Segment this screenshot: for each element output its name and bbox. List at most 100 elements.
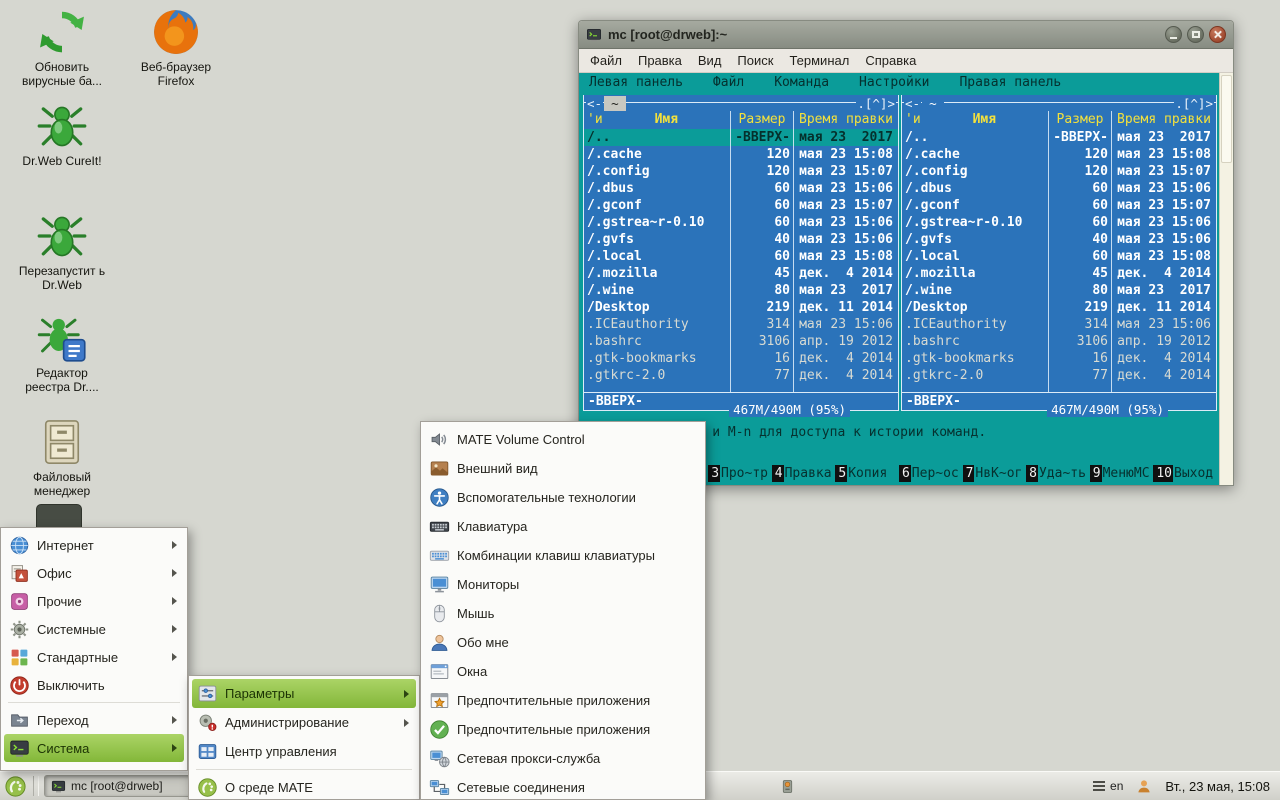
file-row[interactable]: .gtk-bookmarks16дек. 4 2014 xyxy=(584,350,898,367)
left-panel-path[interactable]: ~ xyxy=(604,96,626,111)
right-panel-path[interactable]: ~ xyxy=(922,96,944,111)
system-menu-item-sliders[interactable]: Параметры xyxy=(192,679,416,708)
terminal-menu-search[interactable]: Поиск xyxy=(729,50,781,71)
main-menu-item-globe[interactable]: Интернет xyxy=(4,531,184,559)
file-row[interactable]: /.mozilla45дек. 4 2014 xyxy=(902,265,1216,282)
scrollbar-thumb[interactable] xyxy=(1221,75,1232,163)
fkey-9[interactable]: 9МенюМС xyxy=(1090,465,1154,482)
file-row[interactable]: /.cache120мая 23 15:08 xyxy=(584,146,898,163)
prefs-menu-item-monitors[interactable]: Мониторы xyxy=(424,570,702,599)
terminal-menu-view[interactable]: Вид xyxy=(690,50,730,71)
file-row[interactable]: /.gvfs40мая 23 15:06 xyxy=(902,231,1216,248)
right-panel-corner[interactable]: .[^]> xyxy=(1174,96,1214,111)
prefs-menu-item-windows[interactable]: Окна xyxy=(424,657,702,686)
prefs-menu-item-appearance[interactable]: Внешний вид xyxy=(424,454,702,483)
fkey-8[interactable]: 8Уда~ть xyxy=(1026,465,1090,482)
prefs-menu-item-volume[interactable]: MATE Volume Control xyxy=(424,425,702,454)
prefs-menu-item-keyboard-shortcuts[interactable]: Комбинации клавиш клавиатуры xyxy=(424,541,702,570)
file-row[interactable]: /Desktop219дек. 11 2014 xyxy=(902,299,1216,316)
mc-menu-right-panel[interactable]: Правая панель xyxy=(959,75,1061,90)
file-row[interactable]: .gtk-bookmarks16дек. 4 2014 xyxy=(902,350,1216,367)
terminal-scrollbar[interactable] xyxy=(1219,73,1233,485)
file-row[interactable]: /.gstrea~r-0.1060мая 23 15:06 xyxy=(584,214,898,231)
fkey-6[interactable]: 6Пер~ос xyxy=(899,465,963,482)
mc-menu-options[interactable]: Настройки xyxy=(859,75,929,90)
desktop-icon-file-cabinet[interactable]: Файловый менеджер xyxy=(14,416,110,498)
file-row[interactable]: /.local60мая 23 15:08 xyxy=(584,248,898,265)
prefs-menu-item-preferred-apps-check[interactable]: Предпочтительные приложения xyxy=(424,715,702,744)
file-row[interactable]: /..-ВВЕРХ-мая 23 2017 xyxy=(584,129,898,146)
system-menu-item-control-center[interactable]: Центр управления xyxy=(192,737,416,766)
desktop-icon-firefox[interactable]: Веб-браузер Firefox xyxy=(128,6,224,88)
file-row[interactable]: /.wine80мая 23 2017 xyxy=(584,282,898,299)
file-row[interactable]: .gtkrc-2.077дек. 4 2014 xyxy=(584,367,898,384)
mc-menu-left-panel[interactable]: Левая панель xyxy=(589,75,683,90)
prefs-menu-item-keyboard[interactable]: Клавиатура xyxy=(424,512,702,541)
prefs-menu-item-accessibility[interactable]: Вспомогательные технологии xyxy=(424,483,702,512)
file-row[interactable]: /Desktop219дек. 11 2014 xyxy=(584,299,898,316)
tray-app-icon[interactable] xyxy=(779,778,796,795)
window-list-handle[interactable] xyxy=(33,776,39,796)
window-titlebar[interactable]: mc [root@drweb]:~ xyxy=(579,21,1233,49)
terminal-menu-file[interactable]: Файл xyxy=(582,50,630,71)
prefs-menu-item-about-me[interactable]: Обо мне xyxy=(424,628,702,657)
main-menu-item-office[interactable]: Офис xyxy=(4,559,184,587)
file-row[interactable]: /.gconf60мая 23 15:07 xyxy=(584,197,898,214)
fkey-10[interactable]: 10Выход xyxy=(1153,465,1217,482)
mc-menu-file[interactable]: Файл xyxy=(713,75,744,90)
terminal-menu-help[interactable]: Справка xyxy=(857,50,924,71)
file-row[interactable]: /.dbus60мая 23 15:06 xyxy=(584,180,898,197)
file-row[interactable]: /.wine80мая 23 2017 xyxy=(902,282,1216,299)
fkey-7[interactable]: 7НвК~ог xyxy=(963,465,1027,482)
file-row[interactable]: .bashrc3106апр. 19 2012 xyxy=(584,333,898,350)
file-row[interactable]: /.dbus60мая 23 15:06 xyxy=(902,180,1216,197)
file-row[interactable]: /.gvfs40мая 23 15:06 xyxy=(584,231,898,248)
column-header-time[interactable]: Время правки xyxy=(1112,111,1216,129)
prefs-menu-item-network-connections[interactable]: Сетевые соединения xyxy=(424,773,702,800)
desktop-icon-update-arrows[interactable]: Обновить вирусные ба... xyxy=(14,6,110,88)
main-menu-item-accessories[interactable]: Стандартные xyxy=(4,643,184,671)
column-header-time[interactable]: Время правки xyxy=(794,111,898,129)
file-row[interactable]: .ICEauthority314мая 23 15:06 xyxy=(902,316,1216,333)
terminal-menu-terminal[interactable]: Терминал xyxy=(781,50,857,71)
prefs-menu-item-mouse[interactable]: Мышь xyxy=(424,599,702,628)
column-header-name[interactable]: Имя xyxy=(921,111,1048,129)
file-row[interactable]: .bashrc3106апр. 19 2012 xyxy=(902,333,1216,350)
main-menu-item-power[interactable]: Выключить xyxy=(4,671,184,699)
prefs-menu-item-preferred-apps[interactable]: Предпочтительные приложения xyxy=(424,686,702,715)
minimize-button[interactable] xyxy=(1165,26,1182,43)
file-row[interactable]: /.cache120мая 23 15:08 xyxy=(902,146,1216,163)
file-row[interactable]: /.gconf60мая 23 15:07 xyxy=(902,197,1216,214)
desktop-icon-drweb-registry[interactable]: Редактор реестра Dr.... xyxy=(14,312,110,394)
file-row[interactable]: .gtkrc-2.077дек. 4 2014 xyxy=(902,367,1216,384)
main-menu-item-system-tools[interactable]: Системные xyxy=(4,615,184,643)
file-row[interactable]: /.config120мая 23 15:07 xyxy=(584,163,898,180)
desktop-icon-drweb-spider[interactable]: Dr.Web CureIt! xyxy=(14,100,110,168)
notification-icon[interactable] xyxy=(1135,777,1153,795)
maximize-button[interactable] xyxy=(1187,26,1204,43)
main-menu-item-places[interactable]: Переход xyxy=(4,706,184,734)
system-menu-item-mate-logo[interactable]: О среде MATE xyxy=(192,773,416,800)
terminal-menu-edit[interactable]: Правка xyxy=(630,50,690,71)
system-menu-item-admin-tools[interactable]: Администрирование xyxy=(192,708,416,737)
taskbar-window-button[interactable]: mc [root@drweb] xyxy=(44,775,194,797)
fkey-4[interactable]: 4Правка xyxy=(772,465,836,482)
fkey-3[interactable]: 3Про~тр xyxy=(708,465,772,482)
column-header-size[interactable]: Размер xyxy=(1048,111,1112,129)
clock[interactable]: Вт., 23 мая, 15:08 xyxy=(1165,779,1270,794)
file-row[interactable]: /.gstrea~r-0.1060мая 23 15:06 xyxy=(902,214,1216,231)
desktop-icon-drweb-spider[interactable]: Перезапустит ь Dr.Web xyxy=(14,210,110,292)
main-menu-item-misc-apps[interactable]: Прочие xyxy=(4,587,184,615)
file-row[interactable]: /.config120мая 23 15:07 xyxy=(902,163,1216,180)
file-row[interactable]: /.local60мая 23 15:08 xyxy=(902,248,1216,265)
fkey-5[interactable]: 5Копия xyxy=(835,465,899,482)
column-header-size[interactable]: Размер xyxy=(730,111,794,129)
prefs-menu-item-network-proxy[interactable]: Сетевая прокси-служба xyxy=(424,744,702,773)
mate-menu-button[interactable] xyxy=(0,772,31,800)
main-menu-item-terminal[interactable]: Система xyxy=(4,734,184,762)
file-row[interactable]: /.mozilla45дек. 4 2014 xyxy=(584,265,898,282)
column-header-name[interactable]: Имя xyxy=(603,111,730,129)
mc-menu-command[interactable]: Команда xyxy=(774,75,829,90)
left-panel-corner[interactable]: .[^]> xyxy=(856,96,896,111)
close-button[interactable] xyxy=(1209,26,1226,43)
